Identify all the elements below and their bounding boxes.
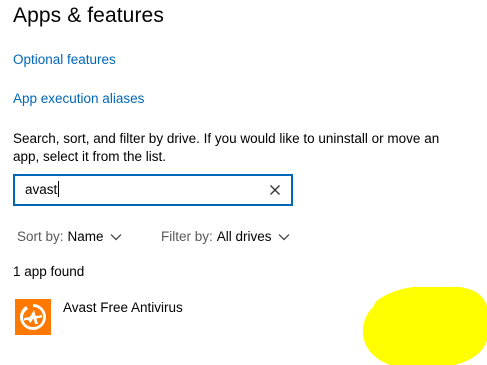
app-install-date: 3/3/2025 (395, 320, 448, 335)
app-count: 1 app found (13, 264, 85, 279)
text-caret (58, 181, 60, 197)
search-input[interactable]: avast (25, 180, 60, 200)
app-list-item[interactable]: Avast Free Antivirus 3/3/2025 (0, 292, 487, 352)
avast-icon (15, 299, 51, 335)
search-box[interactable]: avast (13, 174, 293, 206)
filter-by-dropdown[interactable]: Filter by: All drives (161, 229, 290, 244)
chevron-down-icon (278, 233, 289, 240)
close-icon[interactable] (267, 182, 283, 198)
sort-by-value: Name (67, 229, 104, 244)
app-execution-aliases-link[interactable]: App execution aliases (13, 91, 144, 106)
chevron-down-icon (110, 233, 121, 240)
app-name: Avast Free Antivirus (63, 300, 183, 315)
optional-features-link[interactable]: Optional features (13, 52, 116, 67)
sort-by-dropdown[interactable]: Sort by: Name (17, 229, 122, 244)
filter-by-value: All drives (216, 229, 272, 244)
page-title: Apps & features (13, 4, 164, 27)
sort-by-label: Sort by: (17, 229, 64, 244)
search-input-value: avast (25, 182, 58, 197)
search-description: Search, sort, and filter by drive. If yo… (13, 131, 440, 164)
apps-and-features-page: Apps & features Optional features App ex… (0, 0, 487, 365)
filter-by-label: Filter by: (161, 229, 213, 244)
